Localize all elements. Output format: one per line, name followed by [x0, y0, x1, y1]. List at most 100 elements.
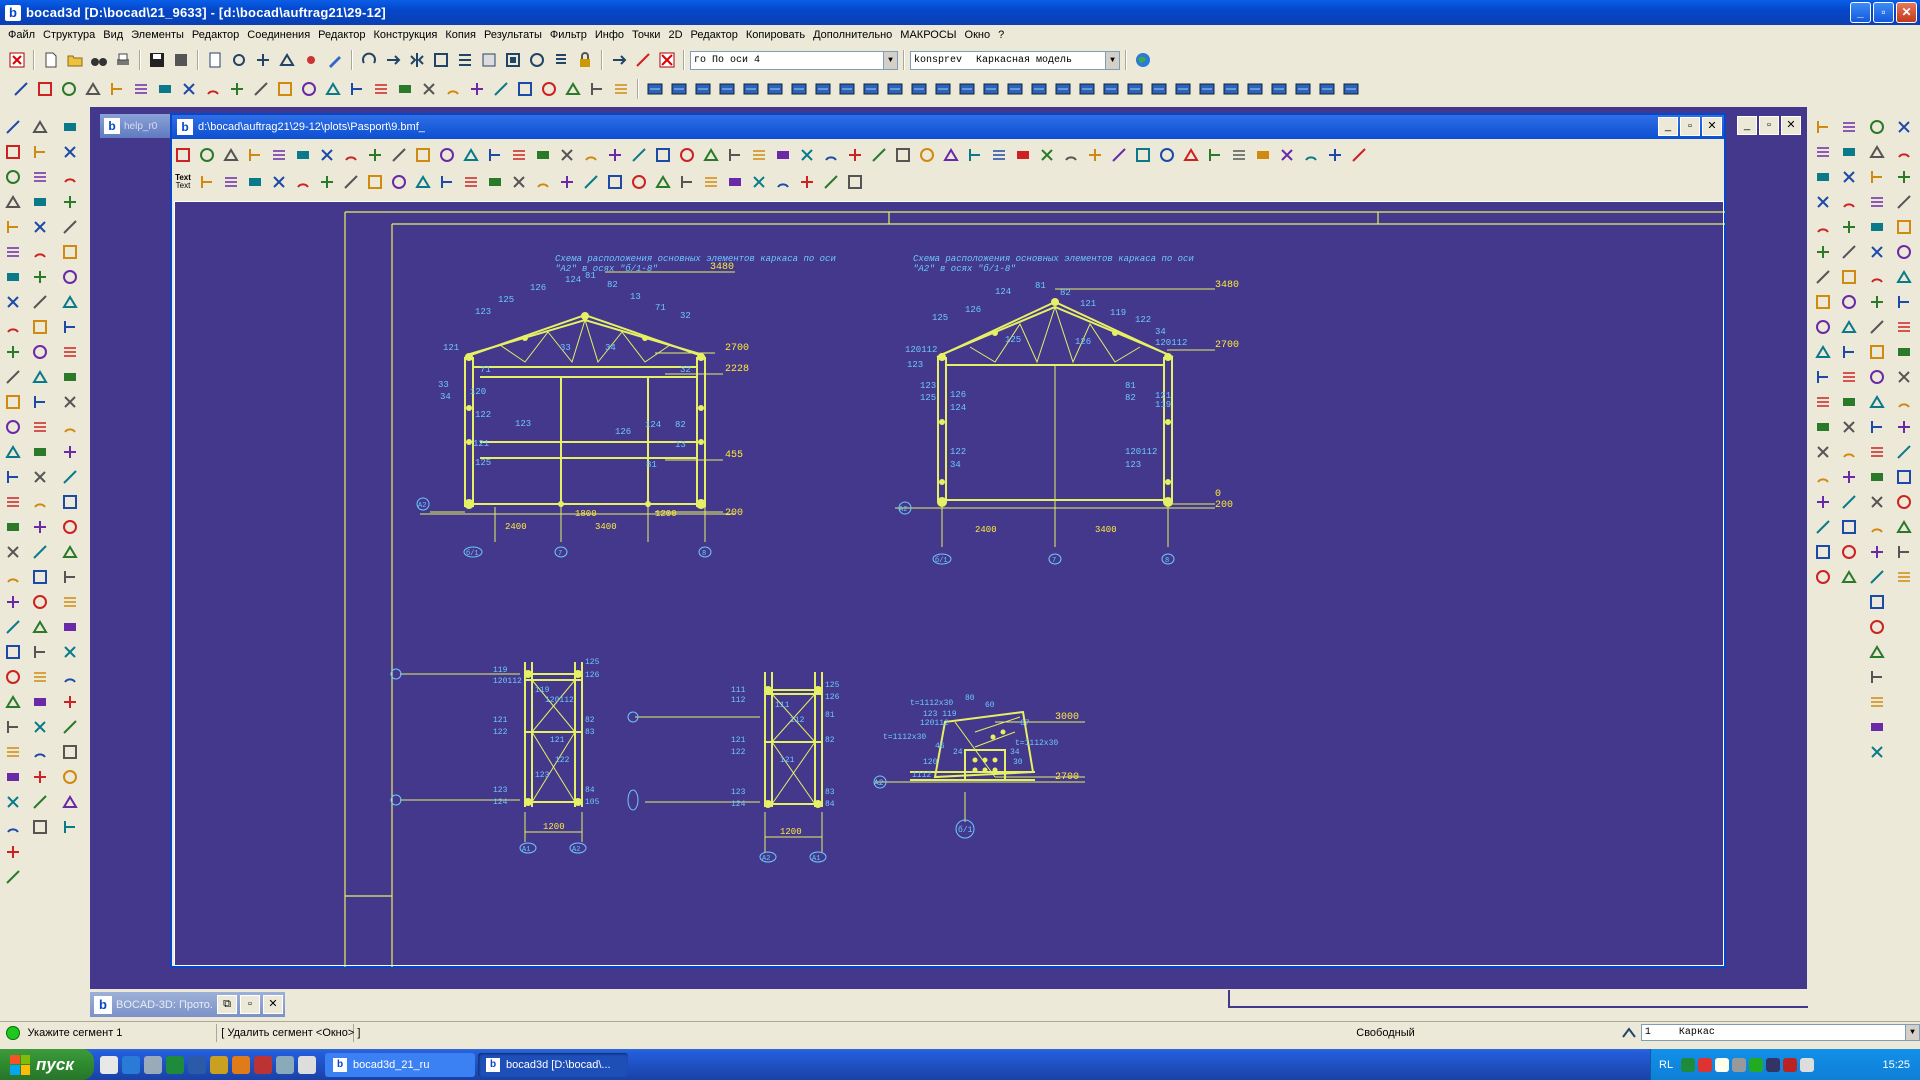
drawing1-tool-2-icon[interactable] [196, 144, 218, 166]
right2-tool-18-icon[interactable] [1838, 541, 1860, 563]
profile-tool-12-icon[interactable] [908, 78, 930, 100]
drawing2-tool-25-icon[interactable] [772, 171, 794, 193]
array-icon[interactable] [454, 49, 476, 71]
left1-tool-23-icon[interactable] [2, 666, 24, 688]
menu-item-8[interactable]: Копия [441, 29, 480, 41]
right1-tool-5-icon[interactable] [1812, 216, 1834, 238]
left2-tool-18-icon[interactable] [29, 541, 51, 563]
left1-tool-31-icon[interactable] [2, 866, 24, 888]
profile-tool-9-icon[interactable] [836, 78, 858, 100]
drawing2-tool-26-icon[interactable] [796, 171, 818, 193]
drawing2-tool-28-icon[interactable] [844, 171, 866, 193]
left2-tool-20-icon[interactable] [29, 591, 51, 613]
left2-tool-1-icon[interactable] [29, 116, 51, 138]
drawing1-tool-42-icon[interactable] [1156, 144, 1178, 166]
profile-tool-15-icon[interactable] [980, 78, 1002, 100]
right1-tool-1-icon[interactable] [1812, 116, 1834, 138]
drawing1-tool-13-icon[interactable] [460, 144, 482, 166]
scale-icon[interactable] [430, 49, 452, 71]
horizontal-scroll-area[interactable] [1228, 990, 1808, 1008]
drawing1-tool-23-icon[interactable] [700, 144, 722, 166]
left1-tool-4-icon[interactable] [2, 191, 24, 213]
chevron-down-icon[interactable]: ▼ [883, 51, 897, 69]
left1-tool-8-icon[interactable] [2, 291, 24, 313]
left1-tool-21-icon[interactable] [2, 616, 24, 638]
construction-tool-13-icon[interactable] [298, 78, 320, 100]
drawing1-tool-8-icon[interactable] [340, 144, 362, 166]
left1-tool-28-icon[interactable] [2, 791, 24, 813]
left3-tool-9-icon[interactable] [59, 316, 81, 338]
right4-tool-16-icon[interactable] [1893, 491, 1915, 513]
right4-tool-15-icon[interactable] [1893, 466, 1915, 488]
right4-tool-8-icon[interactable] [1893, 291, 1915, 313]
tray-icon-1[interactable] [1681, 1057, 1696, 1072]
construction-tool-5-icon[interactable] [106, 78, 128, 100]
right3-tool-21-icon[interactable] [1866, 616, 1888, 638]
left2-tool-26-icon[interactable] [29, 741, 51, 763]
left1-tool-11-icon[interactable] [2, 366, 24, 388]
right4-tool-3-icon[interactable] [1893, 166, 1915, 188]
menu-item-19[interactable]: ? [994, 29, 1008, 41]
left2-tool-13-icon[interactable] [29, 416, 51, 438]
drawing1-tool-10-icon[interactable] [388, 144, 410, 166]
tray-icon-2[interactable] [1698, 1057, 1713, 1072]
help-window-tab[interactable]: b help_r0 [100, 114, 170, 138]
left1-tool-3-icon[interactable] [2, 166, 24, 188]
right3-tool-2-icon[interactable] [1866, 141, 1888, 163]
right2-tool-12-icon[interactable] [1838, 391, 1860, 413]
right1-tool-18-icon[interactable] [1812, 541, 1834, 563]
drawing1-tool-16-icon[interactable] [532, 144, 554, 166]
node-tool-icon[interactable] [228, 49, 250, 71]
drawing2-tool-13-icon[interactable] [484, 171, 506, 193]
left3-tool-16-icon[interactable] [59, 491, 81, 513]
construction-tool-9-icon[interactable] [202, 78, 224, 100]
construction-tool-10-icon[interactable] [226, 78, 248, 100]
proto-maximize-button[interactable]: ▫ [240, 995, 260, 1014]
left2-tool-21-icon[interactable] [29, 616, 51, 638]
right1-tool-13-icon[interactable] [1812, 416, 1834, 438]
construction-tool-6-icon[interactable] [130, 78, 152, 100]
left3-tool-2-icon[interactable] [59, 141, 81, 163]
profile-tool-14-icon[interactable] [956, 78, 978, 100]
construction-tool-16-icon[interactable] [370, 78, 392, 100]
left3-tool-12-icon[interactable] [59, 391, 81, 413]
right4-tool-7-icon[interactable] [1893, 266, 1915, 288]
right1-tool-7-icon[interactable] [1812, 266, 1834, 288]
left1-tool-22-icon[interactable] [2, 641, 24, 663]
drawing2-tool-20-icon[interactable] [652, 171, 674, 193]
layer-select[interactable]: 1 Каркас ▼ [1640, 1024, 1920, 1041]
left3-tool-15-icon[interactable] [59, 466, 81, 488]
binoculars-icon[interactable] [88, 49, 110, 71]
right3-tool-15-icon[interactable] [1866, 466, 1888, 488]
right1-tool-14-icon[interactable] [1812, 441, 1834, 463]
drawing1-tool-43-icon[interactable] [1180, 144, 1202, 166]
left3-tool-22-icon[interactable] [59, 641, 81, 663]
right1-tool-17-icon[interactable] [1812, 516, 1834, 538]
left3-tool-21-icon[interactable] [59, 616, 81, 638]
drawing2-tool-12-icon[interactable] [460, 171, 482, 193]
left1-tool-25-icon[interactable] [2, 716, 24, 738]
left3-tool-4-icon[interactable] [59, 191, 81, 213]
drawing1-tool-37-icon[interactable] [1036, 144, 1058, 166]
grid-icon[interactable] [478, 49, 500, 71]
delete-icon[interactable] [6, 49, 28, 71]
drawing1-tool-27-icon[interactable] [796, 144, 818, 166]
tray-icon-4[interactable] [1732, 1057, 1747, 1072]
left1-tool-30-icon[interactable] [2, 841, 24, 863]
left3-tool-3-icon[interactable] [59, 166, 81, 188]
drawing1-tool-35-icon[interactable] [988, 144, 1010, 166]
explorer-icon[interactable] [144, 1055, 162, 1074]
left2-tool-2-icon[interactable] [29, 141, 51, 163]
drawing-canvas[interactable]: 3480 2700 2228 455 200 Схема расположени… [174, 201, 1725, 967]
drawing2-tool-16-icon[interactable] [556, 171, 578, 193]
drawing2-tool-9-icon[interactable] [388, 171, 410, 193]
chevron-down-icon[interactable]: ▼ [1905, 1025, 1919, 1040]
left1-tool-13-icon[interactable] [2, 416, 24, 438]
right4-tool-14-icon[interactable] [1893, 441, 1915, 463]
desktop-icon[interactable] [100, 1055, 118, 1074]
left2-tool-7-icon[interactable] [29, 266, 51, 288]
left1-tool-12-icon[interactable] [2, 391, 24, 413]
drawing2-tool-8-icon[interactable] [364, 171, 386, 193]
right1-tool-8-icon[interactable] [1812, 291, 1834, 313]
construction-tool-7-icon[interactable] [154, 78, 176, 100]
